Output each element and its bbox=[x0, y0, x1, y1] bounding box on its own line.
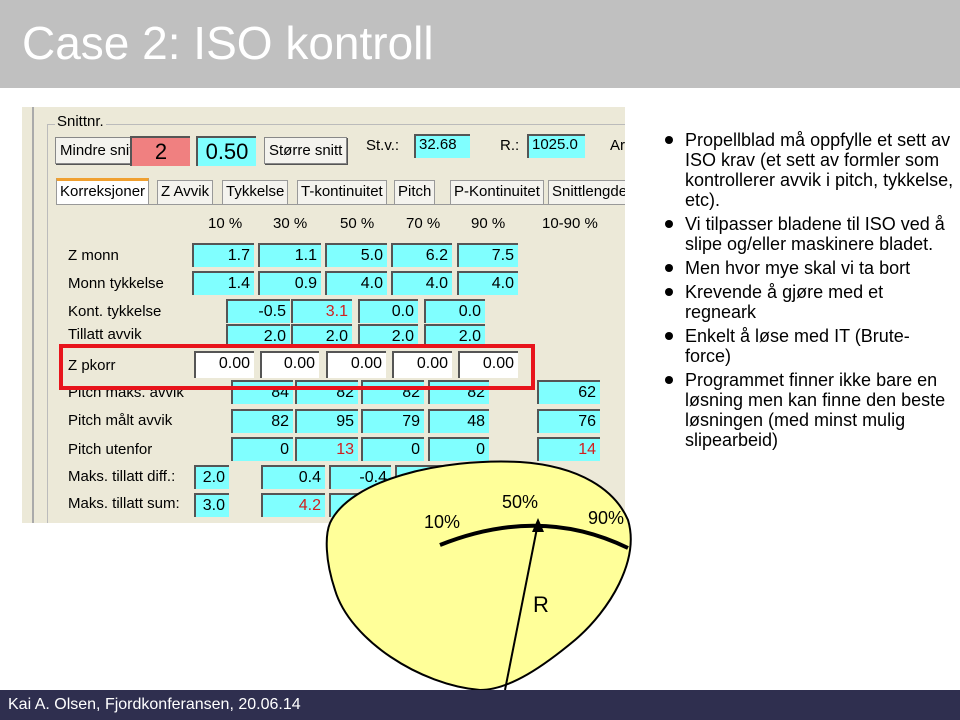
label-90: 90% bbox=[588, 508, 625, 528]
bullet: Men hvor mye skal vi ta bort bbox=[665, 258, 955, 278]
footer-text: Kai A. Olsen, Fjordkonferansen, 20.06.14 bbox=[8, 696, 301, 713]
blade-outline bbox=[325, 460, 632, 692]
label-r: R bbox=[533, 592, 549, 617]
label-50: 50% bbox=[502, 492, 539, 512]
bullet: Vi tilpasser bladene til ISO ved å slipe… bbox=[665, 214, 955, 254]
bullet: Krevende å gjøre med et regneark bbox=[665, 282, 955, 322]
bullet: Propellblad må oppfylle et sett av ISO k… bbox=[665, 130, 955, 210]
bullet: Programmet finner ikke bare en løsning m… bbox=[665, 370, 955, 450]
footer: Kai A. Olsen, Fjordkonferansen, 20.06.14 bbox=[0, 690, 960, 720]
bullet: Enkelt å løse med IT (Brute-force) bbox=[665, 326, 955, 366]
bullet-list: Propellblad må oppfylle et sett av ISO k… bbox=[665, 130, 955, 454]
label-10: 10% bbox=[424, 512, 461, 532]
